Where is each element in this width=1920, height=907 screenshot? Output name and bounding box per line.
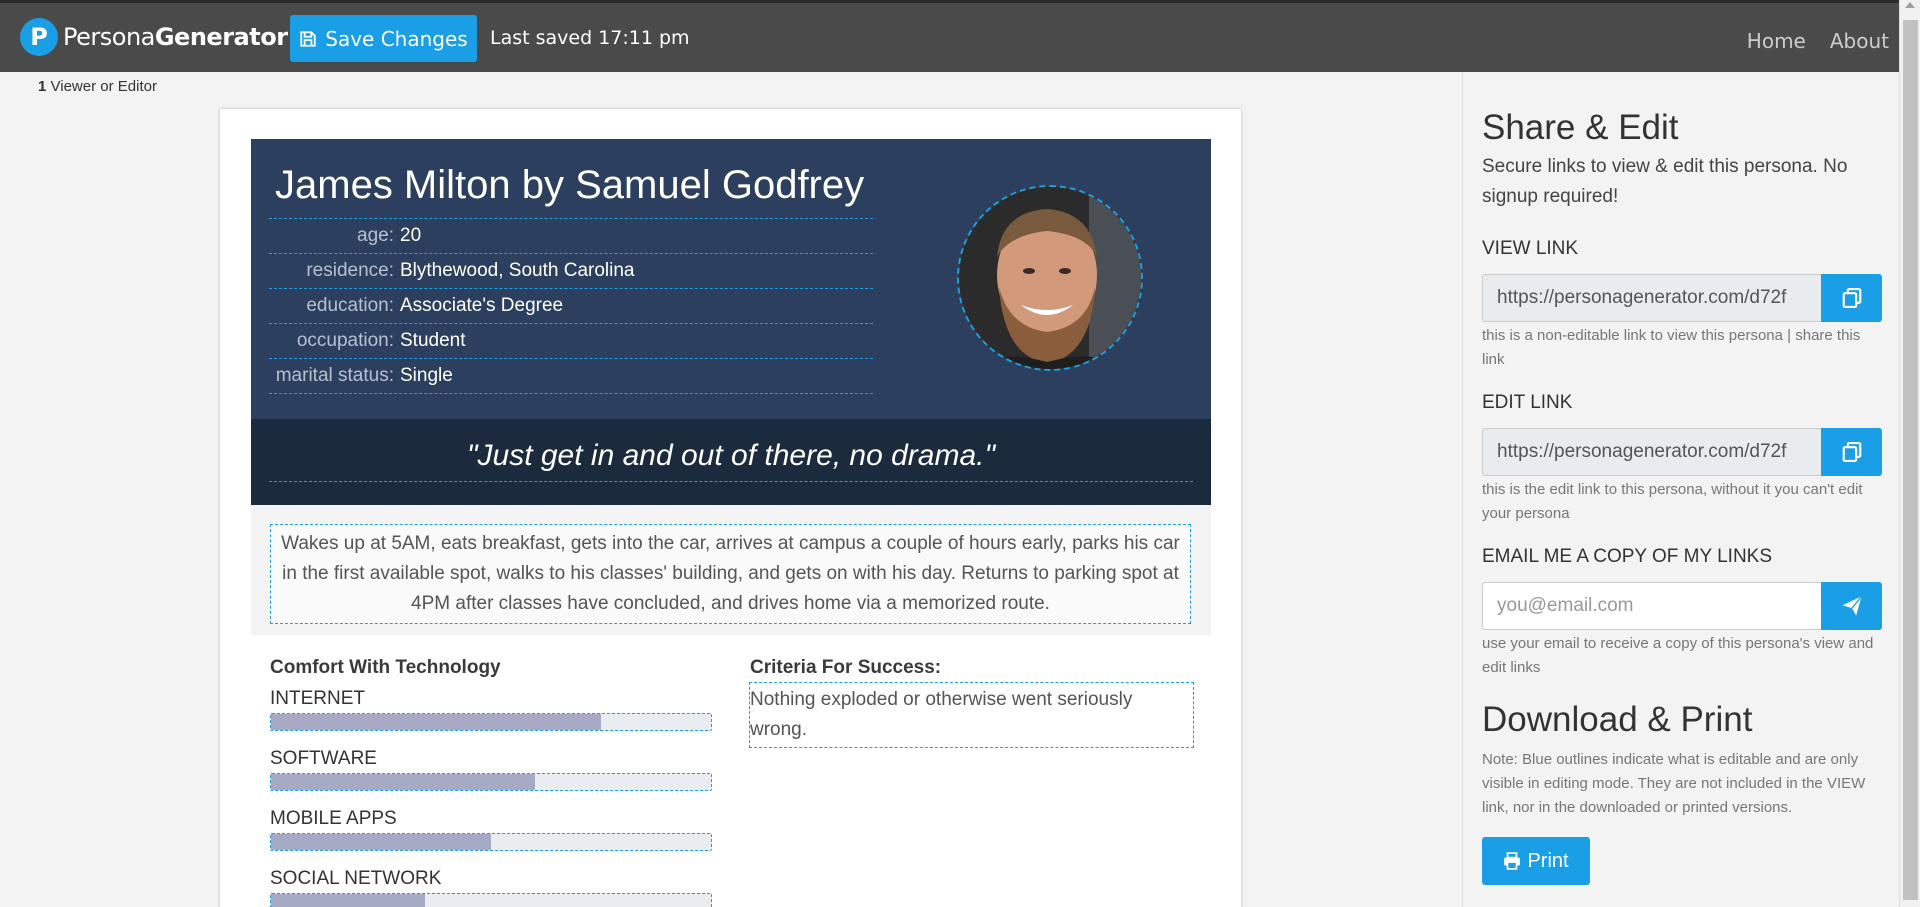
last-saved-status: Last saved 17:11 pm: [490, 27, 690, 49]
tech-bar-social-network[interactable]: [270, 893, 712, 907]
floppy-disk-icon: [300, 30, 316, 47]
brand[interactable]: P PersonaGenerator: [20, 18, 288, 56]
top-navbar: P PersonaGenerator Save Changes Last sav…: [0, 0, 1899, 72]
tech-bar-mobile-apps[interactable]: [270, 833, 712, 851]
brand-logo-icon: P: [20, 18, 58, 56]
print-label: Print: [1527, 849, 1569, 872]
download-note: Note: Blue outlines indicate what is edi…: [1482, 751, 1866, 816]
attr-value[interactable]: 20: [400, 225, 421, 247]
attr-value[interactable]: Student: [400, 330, 466, 352]
attr-residence[interactable]: residence: Blythewood, South Carolina: [269, 254, 873, 289]
share-edit-title: Share & Edit: [1482, 108, 1679, 147]
tech-bar-fill: [271, 714, 601, 730]
attr-marital-status[interactable]: marital status: Single: [269, 359, 873, 394]
scrollbar-thumb[interactable]: [1903, 20, 1918, 900]
tech-bar-software[interactable]: [270, 773, 712, 791]
persona-document: James Milton by Samuel Godfrey age: 20 r…: [220, 109, 1241, 907]
attr-value[interactable]: Single: [400, 365, 453, 387]
tech-bar-fill: [271, 894, 425, 907]
attr-age[interactable]: age: 20: [269, 219, 873, 254]
quote-section: "Just get in and out of there, no drama.…: [251, 419, 1211, 505]
attr-label: education:: [306, 295, 394, 316]
send-email-button[interactable]: [1821, 582, 1882, 630]
viewer-count: 1 Viewer or Editor: [38, 78, 157, 95]
persona-bio[interactable]: Wakes up at 5AM, eats breakfast, gets in…: [270, 524, 1191, 624]
attr-value[interactable]: Blythewood, South Carolina: [400, 260, 634, 282]
tech-bar-fill: [271, 774, 535, 790]
printer-icon: [1504, 852, 1521, 870]
avatar-photo-icon: [959, 187, 1141, 369]
tech-comfort-title: Comfort With Technology: [270, 657, 501, 678]
attr-education[interactable]: education: Associate's Degree: [269, 289, 873, 324]
nav-about-link[interactable]: About: [1830, 29, 1889, 53]
share-edit-description: Secure links to view & edit this persona…: [1482, 156, 1848, 207]
scroll-up-arrow-icon[interactable]: [1905, 2, 1915, 8]
edit-link-field[interactable]: https://personagenerator.com/d72f: [1482, 428, 1821, 476]
copy-icon: [1842, 287, 1861, 309]
email-links-label: EMAIL ME A COPY OF MY LINKS: [1482, 546, 1773, 567]
persona-header: James Milton by Samuel Godfrey age: 20 r…: [251, 139, 1211, 419]
save-changes-label: Save Changes: [325, 26, 468, 51]
share-edit-panel: Share & Edit Secure links to view & edit…: [1462, 72, 1899, 907]
attr-label: marital status:: [275, 365, 394, 386]
brand-name-bold: Generator: [154, 23, 288, 51]
tech-label-social-network: SOCIAL NETWORK: [270, 868, 442, 889]
view-link-help: this is a non-editable link to view this…: [1482, 327, 1861, 368]
view-link-label: VIEW LINK: [1482, 238, 1579, 259]
persona-name[interactable]: James Milton by Samuel Godfrey: [275, 163, 864, 208]
edit-link-label: EDIT LINK: [1482, 392, 1573, 413]
copy-edit-link-button[interactable]: [1821, 428, 1882, 476]
email-help: use your email to receive a copy of this…: [1482, 635, 1874, 676]
attr-label: residence:: [306, 260, 394, 281]
nav-links: Home About: [1747, 29, 1889, 53]
edit-link-group: https://personagenerator.com/d72f: [1482, 428, 1882, 476]
viewer-count-label: Viewer or Editor: [46, 78, 157, 95]
brand-name: PersonaGenerator: [63, 23, 288, 51]
page-scrollbar[interactable]: [1899, 0, 1920, 907]
brand-name-regular: Persona: [63, 23, 155, 51]
bio-section: Wakes up at 5AM, eats breakfast, gets in…: [251, 505, 1211, 635]
attr-occupation[interactable]: occupation: Student: [269, 324, 873, 359]
view-link-field[interactable]: https://personagenerator.com/d72f: [1482, 274, 1821, 322]
email-group: you@email.com: [1482, 582, 1882, 630]
tech-label-mobile-apps: MOBILE APPS: [270, 808, 397, 829]
tech-label-internet: INTERNET: [270, 688, 365, 709]
save-changes-button[interactable]: Save Changes: [290, 15, 477, 62]
copy-icon: [1842, 441, 1861, 463]
persona-quote[interactable]: "Just get in and out of there, no drama.…: [269, 439, 1193, 482]
download-print-title: Download & Print: [1482, 700, 1753, 739]
paper-plane-icon: [1841, 595, 1862, 616]
persona-avatar[interactable]: [957, 185, 1143, 371]
attr-value[interactable]: Associate's Degree: [400, 295, 563, 317]
tech-bar-fill: [271, 834, 491, 850]
nav-home-link[interactable]: Home: [1747, 29, 1806, 53]
attr-label: age:: [357, 225, 394, 246]
attr-label: occupation:: [296, 330, 394, 351]
criteria-text[interactable]: Nothing exploded or otherwise went serio…: [749, 682, 1194, 748]
tech-bar-internet[interactable]: [270, 713, 712, 731]
tech-label-software: SOFTWARE: [270, 748, 377, 769]
criteria-title: Criteria For Success:: [750, 657, 942, 678]
print-button[interactable]: Print: [1482, 837, 1590, 885]
copy-view-link-button[interactable]: [1821, 274, 1882, 322]
view-link-group: https://personagenerator.com/d72f: [1482, 274, 1882, 322]
edit-link-help: this is the edit link to this persona, w…: [1482, 481, 1863, 522]
email-input[interactable]: you@email.com: [1482, 582, 1821, 630]
